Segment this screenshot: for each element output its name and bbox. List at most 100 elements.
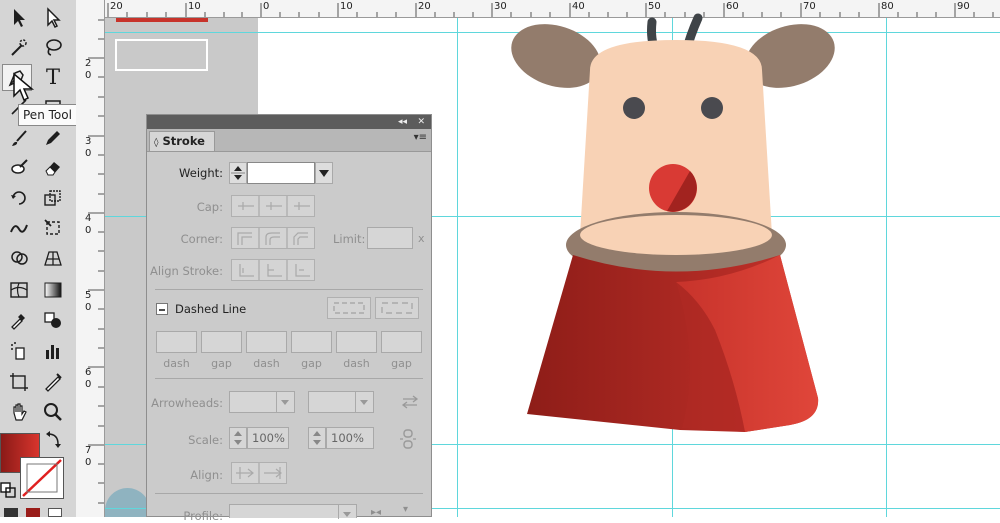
scale-end-input[interactable]: 100% (326, 427, 374, 449)
vertical-guide[interactable] (457, 18, 458, 517)
dash-3-input[interactable] (336, 331, 377, 353)
warp-tool-icon[interactable] (4, 214, 34, 241)
reindeer-illustration[interactable] (500, 0, 840, 445)
hand-tool-icon[interactable] (4, 398, 34, 425)
gap-label: gap (301, 357, 322, 370)
shape-builder-tool-icon[interactable] (4, 244, 34, 271)
ruler-number: 90 (957, 1, 970, 12)
ruler-number: 0 (85, 225, 92, 236)
limit-input[interactable] (367, 227, 413, 249)
dashed-line-checkbox[interactable] (156, 303, 168, 315)
ruler-number: 0 (263, 1, 270, 12)
eyedropper-tool-icon[interactable] (4, 306, 34, 333)
gap-label: gap (391, 357, 412, 370)
align-stroke-buttons[interactable] (231, 259, 315, 281)
eraser-tool-icon[interactable] (38, 153, 68, 180)
dash-1-input[interactable] (156, 331, 197, 353)
symbol-sprayer-tool-icon[interactable] (4, 337, 34, 364)
weight-input[interactable] (247, 162, 315, 184)
pencil-tool-icon[interactable] (38, 124, 68, 151)
selection-tool-icon[interactable] (4, 4, 34, 31)
stroke-swatch[interactable] (20, 457, 64, 499)
pasteboard-red-shape[interactable] (116, 18, 208, 22)
artboard-tool-icon[interactable] (4, 368, 34, 395)
panel-divider (155, 378, 423, 379)
ruler-number: 20 (418, 1, 431, 12)
ruler-number: 0 (85, 70, 92, 81)
slice-tool-icon[interactable] (38, 368, 68, 395)
default-fill-stroke-icon[interactable] (0, 482, 16, 502)
dash-preserve-button[interactable] (327, 297, 371, 319)
flip-profile-icon[interactable]: ▸◂ (371, 507, 381, 518)
panel-divider (155, 289, 423, 290)
ruler-number: 0 (85, 457, 92, 468)
panel-titlebar[interactable]: ◂◂ ✕ (147, 115, 431, 129)
paintbrush-tool-icon[interactable] (4, 124, 34, 151)
blend-tool-icon[interactable] (38, 306, 68, 333)
gap-3-input[interactable] (381, 331, 422, 353)
arrow-align-buttons[interactable] (231, 462, 287, 484)
mouse-cursor-icon (12, 72, 36, 108)
weight-stepper[interactable] (229, 162, 247, 184)
blob-brush-tool-icon[interactable] (4, 153, 34, 180)
direct-selection-tool-icon[interactable] (38, 4, 68, 31)
gap-label: gap (211, 357, 232, 370)
none-mode-button[interactable] (48, 508, 62, 517)
align-stroke-label: Align Stroke: (149, 264, 223, 278)
type-tool-icon[interactable]: T (38, 64, 68, 91)
color-mode-button[interactable] (4, 508, 18, 517)
ruler-number: 0 (85, 302, 92, 313)
free-transform-tool-icon[interactable] (38, 214, 68, 241)
profile-select[interactable] (229, 504, 357, 519)
close-panel-icon[interactable]: ✕ (417, 115, 425, 129)
ruler-number: 10 (188, 1, 201, 12)
swap-arrowheads-icon[interactable] (401, 394, 419, 413)
pasteboard-white-rectangle[interactable] (115, 39, 208, 71)
scale-start-input[interactable]: 100% (247, 427, 289, 449)
magic-wand-tool-icon[interactable] (4, 33, 34, 60)
stroke-panel: ◂◂ ✕ ◊ Stroke ▾≡ Weight: Cap: Corner: Li… (146, 114, 432, 523)
start-arrowhead-select[interactable] (229, 391, 295, 413)
dash-label: dash (163, 357, 190, 370)
mesh-tool-icon[interactable] (4, 276, 34, 303)
panel-menu-icon[interactable]: ▾≡ (414, 132, 427, 143)
lasso-tool-icon[interactable] (38, 33, 68, 60)
dash-2-input[interactable] (246, 331, 287, 353)
collapse-panel-icon[interactable]: ◂◂ (398, 115, 407, 129)
scale-end-stepper[interactable] (308, 427, 326, 449)
gradient-mode-button[interactable] (26, 508, 40, 517)
scale-start-value: 100% (252, 431, 285, 445)
flip-profile-vertical-icon[interactable]: ▾ (403, 504, 408, 515)
link-scale-icon[interactable] (399, 428, 417, 453)
column-graph-tool-icon[interactable] (38, 337, 68, 364)
gradient-tool-icon[interactable] (38, 276, 68, 303)
align-label: Align: (190, 468, 223, 482)
vertical-guide[interactable] (886, 18, 887, 517)
dashed-line-label: Dashed Line (175, 302, 247, 316)
gap-1-input[interactable] (201, 331, 242, 353)
scale-start-stepper[interactable] (229, 427, 247, 449)
ruler-number: 2 (85, 58, 92, 69)
panel-divider (155, 493, 423, 494)
corner-buttons[interactable] (231, 227, 315, 249)
profile-label: Profile: (183, 509, 223, 523)
tab-stroke[interactable]: ◊ Stroke (149, 131, 215, 151)
scale-tool-icon[interactable] (38, 184, 68, 211)
zoom-tool-icon[interactable] (38, 398, 68, 425)
ruler-number: 4 (85, 213, 92, 224)
ruler-number: 20 (110, 1, 123, 12)
dash-align-corners-button[interactable] (375, 297, 419, 319)
perspective-grid-tool-icon[interactable] (38, 244, 68, 271)
scale-label: Scale: (188, 433, 223, 447)
vertical-ruler[interactable]: 2 0 3 0 4 0 5 0 6 0 7 0 (76, 0, 105, 517)
ruler-number: 0 (85, 148, 92, 159)
rotate-tool-icon[interactable] (4, 184, 34, 211)
swap-fill-stroke-icon[interactable] (44, 430, 66, 454)
ruler-number: 7 (85, 445, 92, 456)
weight-dropdown-button[interactable] (315, 162, 333, 184)
gap-2-input[interactable] (291, 331, 332, 353)
scale-end-value: 100% (331, 431, 364, 445)
end-arrowhead-select[interactable] (308, 391, 374, 413)
eye-left (623, 97, 645, 119)
cap-buttons[interactable] (231, 195, 315, 217)
